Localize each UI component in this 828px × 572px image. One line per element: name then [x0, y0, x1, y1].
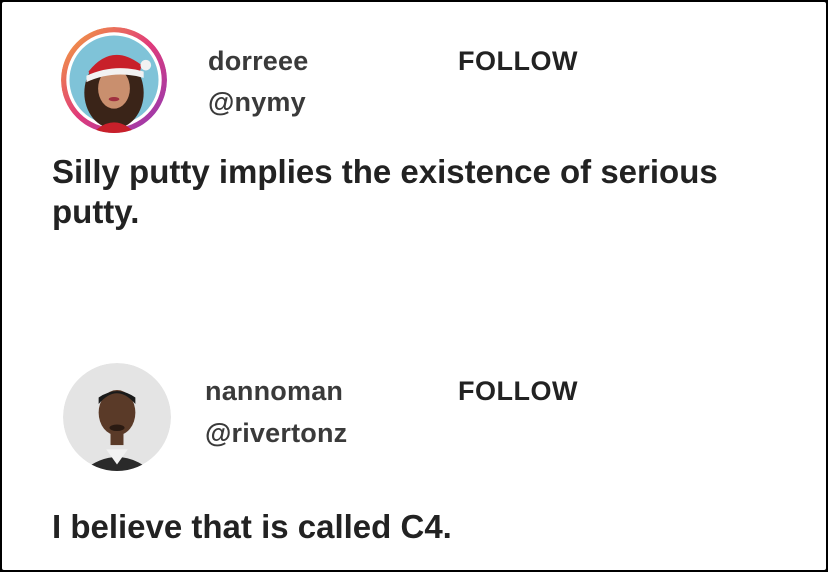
- username[interactable]: nannoman: [205, 376, 343, 407]
- avatar-image: [61, 27, 167, 133]
- user-handle[interactable]: @nymy: [208, 87, 306, 118]
- avatar-image: [63, 363, 171, 471]
- post-text: I believe that is called C4.: [52, 508, 452, 545]
- follow-button[interactable]: FOLLOW: [458, 376, 578, 407]
- avatar[interactable]: [63, 363, 171, 471]
- post-text: Silly putty implies the existence of ser…: [52, 153, 718, 230]
- username[interactable]: dorreee: [208, 46, 308, 77]
- card: dorreee @nymy FOLLOW Silly putty implies…: [2, 2, 826, 570]
- avatar[interactable]: [61, 27, 167, 133]
- follow-button[interactable]: FOLLOW: [458, 46, 578, 77]
- user-handle[interactable]: @rivertonz: [205, 418, 347, 449]
